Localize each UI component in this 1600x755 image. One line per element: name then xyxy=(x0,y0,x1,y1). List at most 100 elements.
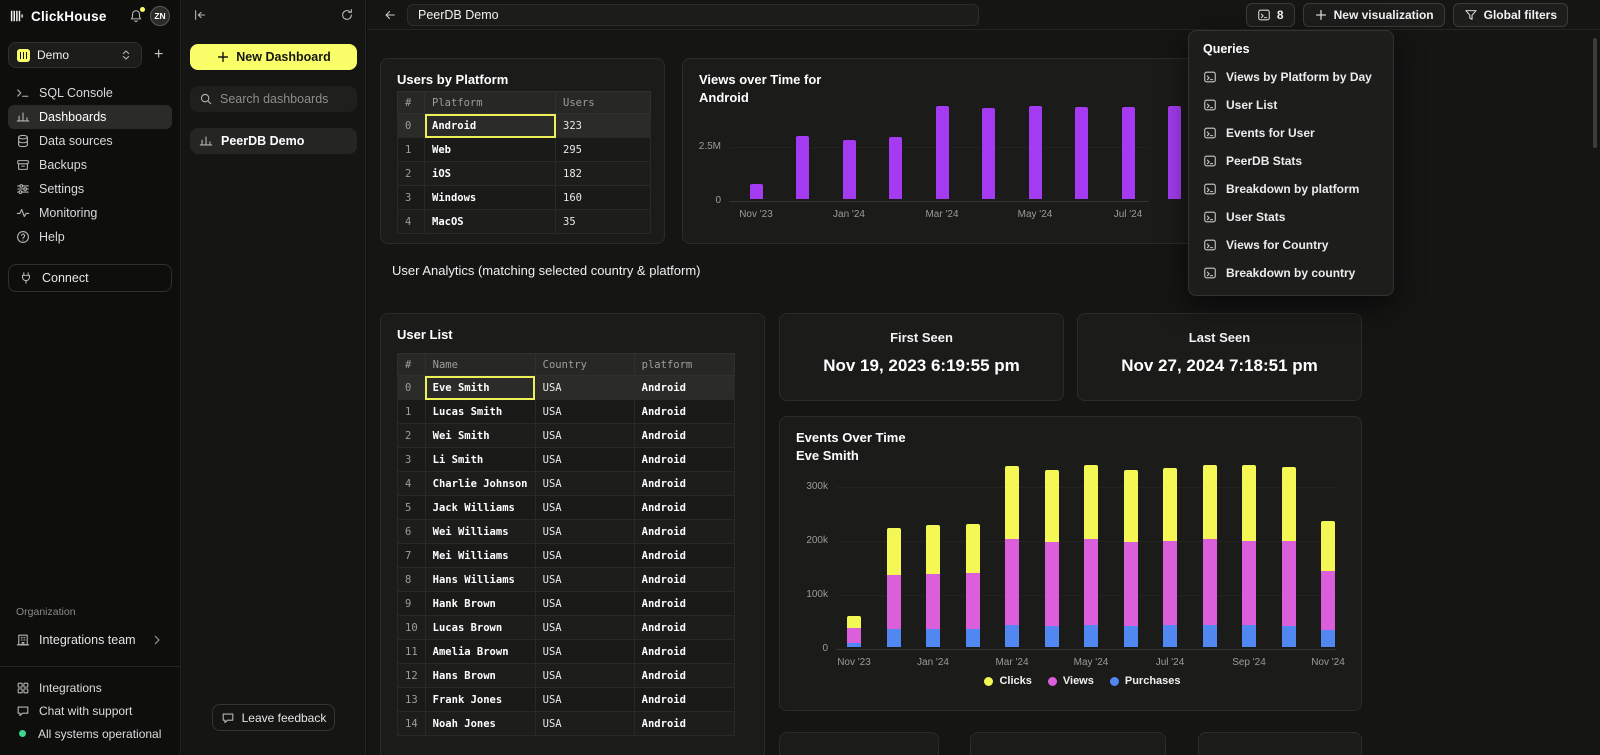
sidebar-item-sql-console[interactable]: SQL Console xyxy=(8,81,172,105)
add-workspace-button[interactable]: + xyxy=(154,47,163,63)
table-cell: 35 xyxy=(556,210,651,234)
chart-bar[interactable] xyxy=(982,108,995,199)
table-cell: USA xyxy=(535,664,634,688)
chart-bar[interactable] xyxy=(1203,465,1217,647)
queries-menu: Queries Views by Platform by DayUser Lis… xyxy=(1188,30,1394,296)
sidebar-item-dashboards[interactable]: Dashboards xyxy=(8,105,172,129)
footer-item-integrations[interactable]: Integrations xyxy=(8,676,172,699)
table-row[interactable]: 7Mei WilliamsUSAAndroid xyxy=(398,544,735,568)
workspace-selector[interactable]: Demo xyxy=(8,42,142,68)
footer-item-chat-with-support[interactable]: Chat with support xyxy=(8,699,172,722)
chart-bar[interactable] xyxy=(887,528,901,647)
table-row[interactable]: 12Hans BrownUSAAndroid xyxy=(398,664,735,688)
table-row[interactable]: 10Lucas BrownUSAAndroid xyxy=(398,616,735,640)
collapse-panel-icon[interactable] xyxy=(193,8,207,22)
table-cell: Android xyxy=(425,114,556,138)
table-cell: 5 xyxy=(398,496,426,520)
table-row[interactable]: 0Android323 xyxy=(398,114,651,138)
refresh-icon[interactable] xyxy=(340,8,354,22)
dashboard-title-input[interactable] xyxy=(407,4,979,26)
table-row[interactable]: 0Eve SmithUSAAndroid xyxy=(398,376,735,400)
notifications-bell-icon[interactable] xyxy=(129,9,143,23)
feedback-label: Leave feedback xyxy=(242,711,327,725)
table-row[interactable]: 9Hank BrownUSAAndroid xyxy=(398,592,735,616)
chart-bar[interactable] xyxy=(1242,465,1256,647)
chart-bar[interactable] xyxy=(966,524,980,647)
scrollbar[interactable] xyxy=(1593,38,1597,148)
query-menu-item-peerdb-stats[interactable]: PeerDB Stats xyxy=(1189,147,1393,175)
sidebar-item-help[interactable]: Help xyxy=(8,225,172,249)
bar-segment-purchases xyxy=(1124,626,1138,647)
legend-item-views[interactable]: Views xyxy=(1048,675,1094,687)
query-menu-item-user-list[interactable]: User List xyxy=(1189,91,1393,119)
sidebar-item-monitoring[interactable]: Monitoring xyxy=(8,201,172,225)
footer-item-all-systems-operational[interactable]: All systems operational xyxy=(8,722,172,745)
table-row[interactable]: 5Jack WilliamsUSAAndroid xyxy=(398,496,735,520)
bar-segment-views xyxy=(926,574,940,629)
table-row[interactable]: 11Amelia BrownUSAAndroid xyxy=(398,640,735,664)
table-row[interactable]: 13Frank JonesUSAAndroid xyxy=(398,688,735,712)
dashboard-list-item[interactable]: PeerDB Demo xyxy=(190,128,357,154)
query-menu-item-views-by-platform-by-day[interactable]: Views by Platform by Day xyxy=(1189,63,1393,91)
leave-feedback-button[interactable]: Leave feedback xyxy=(212,704,335,731)
chart-bar[interactable] xyxy=(1005,466,1019,647)
global-filters-button[interactable]: Global filters xyxy=(1453,3,1568,27)
back-icon[interactable] xyxy=(383,8,397,22)
bar-segment-purchases xyxy=(1242,625,1256,647)
chart-bar[interactable] xyxy=(1084,465,1098,647)
chart-bar[interactable] xyxy=(1124,470,1138,647)
query-menu-item-views-for-country[interactable]: Views for Country xyxy=(1189,231,1393,259)
first-seen-value: Nov 19, 2023 6:19:55 pm xyxy=(780,356,1063,376)
legend-label: Views xyxy=(1063,675,1094,687)
sidebar-item-backups[interactable]: Backups xyxy=(8,153,172,177)
table-row[interactable]: 4Charlie JohnsonUSAAndroid xyxy=(398,472,735,496)
table-row[interactable]: 1Web295 xyxy=(398,138,651,162)
table-row[interactable]: 6Wei WilliamsUSAAndroid xyxy=(398,520,735,544)
query-menu-item-breakdown-by-country[interactable]: Breakdown by country xyxy=(1189,259,1393,287)
topbar-actions: 8 New visualization Global filters xyxy=(1246,3,1568,27)
chart-bar[interactable] xyxy=(889,137,902,199)
chart-bar[interactable] xyxy=(1045,470,1059,647)
chart-bar[interactable] xyxy=(843,140,856,199)
query-menu-item-events-for-user[interactable]: Events for User xyxy=(1189,119,1393,147)
new-visualization-button[interactable]: New visualization xyxy=(1303,3,1445,27)
sidebar-item-settings[interactable]: Settings xyxy=(8,177,172,201)
sidebar-item-label: Data sources xyxy=(39,134,113,148)
query-menu-item-user-stats[interactable]: User Stats xyxy=(1189,203,1393,231)
table-row[interactable]: 14Noah JonesUSAAndroid xyxy=(398,712,735,736)
table-cell: 182 xyxy=(556,162,651,186)
table-row[interactable]: 4MacOS35 xyxy=(398,210,651,234)
avatar[interactable]: ZN xyxy=(150,6,170,26)
table-row[interactable]: 3Li SmithUSAAndroid xyxy=(398,448,735,472)
panel-toolbar xyxy=(182,0,365,30)
chart-bar[interactable] xyxy=(1122,107,1135,199)
table-cell: 8 xyxy=(398,568,426,592)
chart-bar[interactable] xyxy=(1282,467,1296,647)
chart-bar[interactable] xyxy=(1163,468,1177,647)
chart-bar[interactable] xyxy=(926,525,940,647)
table-row[interactable]: 8Hans WilliamsUSAAndroid xyxy=(398,568,735,592)
search-dashboards-input[interactable] xyxy=(220,92,348,106)
chart-bar[interactable] xyxy=(1075,107,1088,199)
connect-button[interactable]: Connect xyxy=(8,264,172,292)
table-cell: 0 xyxy=(398,114,425,138)
legend-item-clicks[interactable]: Clicks xyxy=(984,675,1031,687)
legend-item-purchases[interactable]: Purchases xyxy=(1110,675,1181,687)
new-dashboard-button[interactable]: New Dashboard xyxy=(190,44,357,70)
query-menu-item-breakdown-by-platform[interactable]: Breakdown by platform xyxy=(1189,175,1393,203)
chart-bar[interactable] xyxy=(1321,521,1335,647)
y-axis-label: 0 xyxy=(683,195,721,207)
chart-bar[interactable] xyxy=(1029,106,1042,199)
chart-bar[interactable] xyxy=(750,184,763,199)
queries-count-button[interactable]: 8 xyxy=(1246,3,1295,27)
table-row[interactable]: 2iOS182 xyxy=(398,162,651,186)
chart-bar[interactable] xyxy=(1168,106,1181,199)
chart-bar[interactable] xyxy=(936,106,949,199)
chart-bar[interactable] xyxy=(796,136,809,199)
sidebar-item-integrations-team[interactable]: Integrations team xyxy=(8,627,172,653)
table-row[interactable]: 2Wei SmithUSAAndroid xyxy=(398,424,735,448)
table-row[interactable]: 3Windows160 xyxy=(398,186,651,210)
table-row[interactable]: 1Lucas SmithUSAAndroid xyxy=(398,400,735,424)
chart-bar[interactable] xyxy=(847,616,861,647)
sidebar-item-data-sources[interactable]: Data sources xyxy=(8,129,172,153)
